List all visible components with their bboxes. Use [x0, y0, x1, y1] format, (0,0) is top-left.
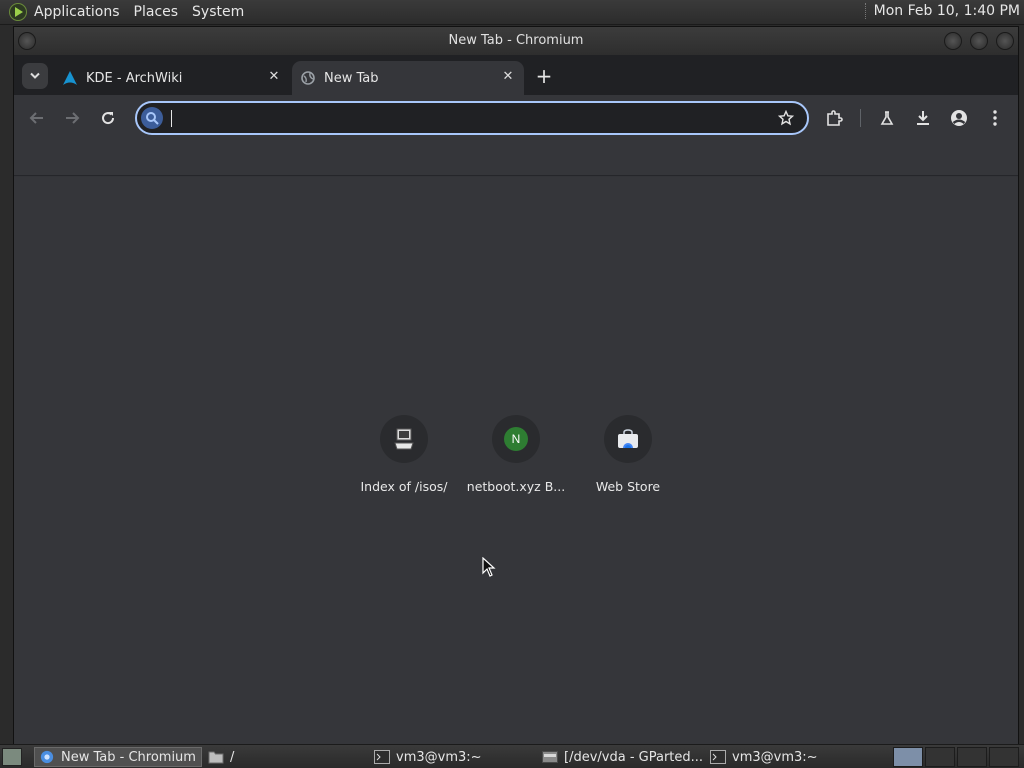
reload-icon[interactable]	[96, 106, 120, 130]
shortcut-label: Index of /isos/	[360, 479, 448, 494]
gparted-icon	[542, 751, 558, 763]
shortcut-index-isos[interactable]: Index of /isos/	[348, 415, 460, 494]
text-cursor	[171, 110, 172, 127]
shortcut-netboot[interactable]: N netboot.xyz B...	[460, 415, 572, 494]
menu-kebab-icon[interactable]	[983, 106, 1007, 130]
task-label: vm3@vm3:~	[732, 749, 818, 765]
close-window-button[interactable]	[996, 32, 1014, 50]
new-tab-button[interactable]: +	[532, 65, 556, 89]
search-icon	[141, 107, 163, 129]
globe-icon	[300, 70, 316, 86]
distro-logo-icon[interactable]	[9, 3, 27, 21]
mouse-pointer-icon	[482, 557, 496, 577]
system-menu[interactable]: System	[192, 4, 244, 20]
new-tab-page: Index of /isos/ N netboot.xyz B... Web S…	[14, 177, 1018, 744]
tab-search-button[interactable]	[22, 63, 48, 89]
webstore-icon	[618, 429, 638, 448]
bookmarks-bar	[14, 141, 1018, 176]
shortcut-label: Web Store	[595, 479, 661, 494]
workspace-3[interactable]	[957, 747, 987, 767]
back-arrow-icon[interactable]	[25, 106, 49, 130]
extensions-puzzle-icon[interactable]	[822, 106, 846, 130]
address-bar[interactable]	[135, 101, 809, 135]
task-label: [/dev/vda - GParted...	[564, 749, 704, 765]
taskbar-item-chromium[interactable]: New Tab - Chromium	[34, 747, 202, 767]
letter-n-icon: N	[504, 427, 528, 451]
shortcut-tile	[380, 415, 428, 463]
maximize-button[interactable]	[970, 32, 988, 50]
show-desktop-button[interactable]	[2, 748, 22, 766]
shortcut-tile: N	[492, 415, 540, 463]
task-label: vm3@vm3:~	[396, 749, 482, 765]
task-label: New Tab - Chromium	[61, 749, 196, 765]
window-menu-button[interactable]	[18, 32, 36, 50]
folder-icon	[208, 751, 224, 764]
profile-avatar-icon[interactable]	[947, 106, 971, 130]
shortcut-tile	[604, 415, 652, 463]
chromium-icon	[40, 750, 54, 764]
browser-window: New Tab - Chromium KDE - ArchWiki ✕ New …	[13, 26, 1019, 744]
bookmark-star-icon[interactable]	[777, 109, 795, 127]
workspace-1[interactable]	[893, 747, 923, 767]
window-titlebar[interactable]: New Tab - Chromium	[14, 27, 1018, 55]
taskbar-item-gparted[interactable]: [/dev/vda - GParted...	[538, 747, 704, 767]
download-icon[interactable]	[911, 106, 935, 130]
toolbar-divider	[860, 109, 861, 127]
window-title: New Tab - Chromium	[448, 33, 584, 48]
browser-toolbar	[14, 95, 1018, 141]
tab-archwiki[interactable]: KDE - ArchWiki ✕	[54, 61, 290, 95]
places-menu[interactable]: Places	[134, 4, 179, 20]
minimize-button[interactable]	[944, 32, 962, 50]
workspace-2[interactable]	[925, 747, 955, 767]
chevron-down-icon	[30, 72, 40, 79]
applications-menu[interactable]: Applications	[34, 4, 120, 20]
labs-flask-icon[interactable]	[875, 106, 899, 130]
address-input[interactable]	[175, 107, 755, 131]
forward-arrow-icon[interactable]	[60, 106, 84, 130]
terminal-icon	[710, 750, 726, 764]
close-tab-icon[interactable]: ✕	[266, 69, 282, 85]
terminal-icon	[374, 750, 390, 764]
tab-label: KDE - ArchWiki	[86, 70, 183, 86]
taskbar-item-terminal-1[interactable]: vm3@vm3:~	[370, 747, 536, 767]
taskbar-item-terminal-2[interactable]: vm3@vm3:~	[706, 747, 872, 767]
tab-strip: KDE - ArchWiki ✕ New Tab ✕ +	[14, 55, 1018, 95]
taskbar-item-folder[interactable]: /	[204, 747, 368, 767]
bottom-taskbar: New Tab - Chromium / vm3@vm3:~ [/dev/vda…	[0, 744, 1024, 768]
close-tab-icon[interactable]: ✕	[500, 69, 516, 85]
computer-icon	[394, 428, 414, 450]
clock[interactable]: Mon Feb 10, 1:40 PM	[864, 3, 1020, 19]
shortcut-web-store[interactable]: Web Store	[572, 415, 684, 494]
tab-label: New Tab	[324, 70, 379, 86]
archwiki-icon	[62, 70, 78, 86]
task-label: /	[230, 749, 235, 765]
tab-new-tab[interactable]: New Tab ✕	[292, 61, 524, 95]
workspace-4[interactable]	[989, 747, 1019, 767]
top-panel: Applications Places System Mon Feb 10, 1…	[0, 0, 1024, 25]
shortcut-label: netboot.xyz B...	[466, 479, 566, 494]
